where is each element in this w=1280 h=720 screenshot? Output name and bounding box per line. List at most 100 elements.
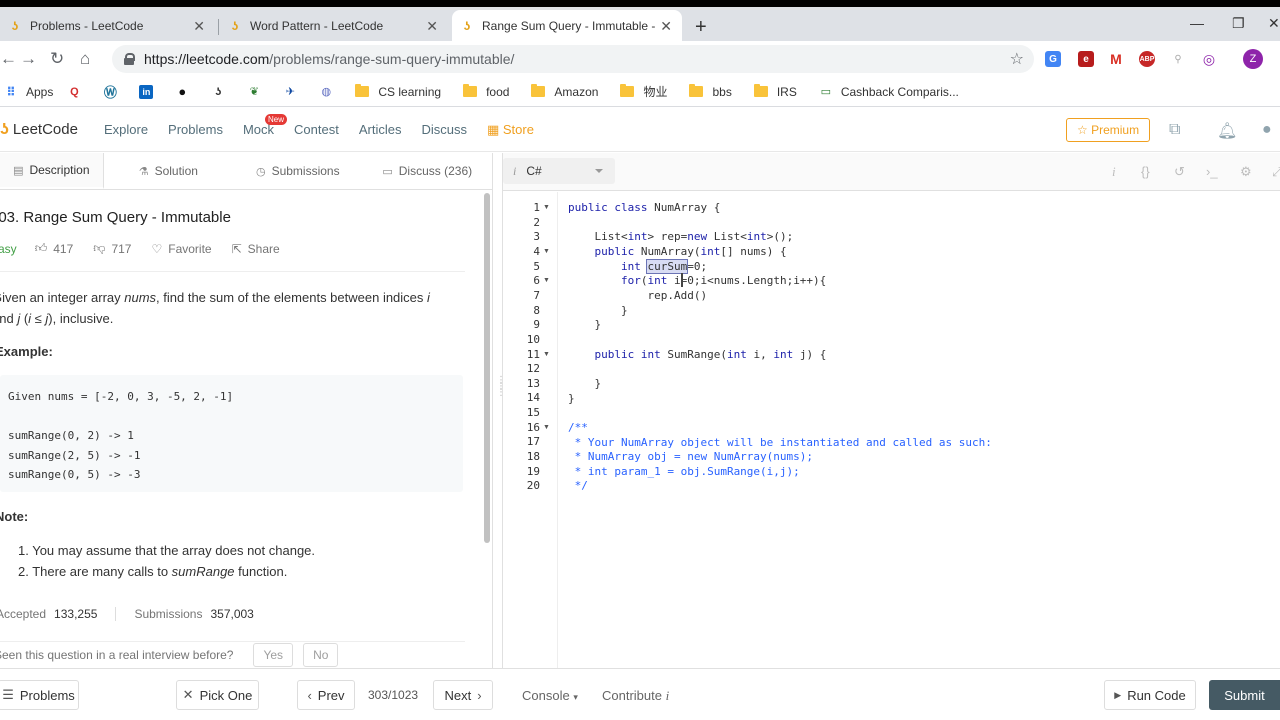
share-button[interactable]: ⇱ Share (232, 242, 280, 256)
tab-description[interactable]: ▤ Description (0, 153, 104, 189)
fold-arrow-icon[interactable]: ▼ (543, 248, 550, 255)
home-icon[interactable]: ⌂ (80, 50, 90, 68)
example-code-block: Given nums = [-2, 0, 3, -5, 2, -1] sumRa… (0, 375, 463, 492)
fullscreen-icon[interactable]: ⤢ (1272, 164, 1280, 180)
settings-gear-icon[interactable]: ⚙ (1240, 164, 1252, 180)
line-number: 17 (526, 435, 540, 449)
playground-icon[interactable]: ⧉ (1169, 121, 1180, 139)
reload-icon[interactable]: ↻ (50, 50, 64, 68)
fold-arrow-icon[interactable]: ▼ (543, 351, 550, 358)
bookmark-folder-irs[interactable]: IRS (753, 84, 797, 99)
thumbs-down-icon: 👎︎ (93, 241, 106, 255)
back-arrow-icon[interactable]: ← (0, 50, 17, 68)
prev-button[interactable]: ‹ Prev (297, 680, 355, 710)
folder-icon (531, 84, 546, 97)
bookmark-star-icon[interactable]: ☆ (1010, 49, 1024, 69)
fold-arrow-icon[interactable]: ▼ (543, 277, 550, 284)
tab-submissions[interactable]: ◷ Submissions (233, 153, 362, 189)
forward-arrow-icon[interactable]: → (20, 50, 37, 68)
contribute-button[interactable]: Contribute i (602, 688, 669, 704)
bookmark-wordpress[interactable]: Ⓦ (103, 85, 125, 100)
bookmark-folder-cs-learning[interactable]: CS learning (355, 84, 441, 99)
nav-problems[interactable]: Problems (168, 122, 223, 137)
browser-tab-problems[interactable]: ʖ Problems - LeetCode ✕ (0, 10, 215, 41)
nav-explore[interactable]: Explore (104, 122, 148, 137)
no-button[interactable]: No (303, 643, 339, 667)
nav-discuss[interactable]: Discuss (421, 122, 467, 137)
apps-grid-icon: ⠿ (6, 84, 16, 99)
like-button[interactable]: 👍︎ 417 (35, 241, 74, 256)
leetcode-logo-icon: ʖ (0, 120, 9, 138)
bookmark-game[interactable]: ◍ (319, 85, 341, 99)
nav-mock[interactable]: Mock New (243, 114, 287, 137)
close-tab-icon[interactable]: ✕ (660, 18, 672, 35)
bookmark-cashback[interactable]: ▭ Cashback Comparis... (819, 85, 959, 99)
dislike-button[interactable]: 👎︎ 717 (93, 241, 131, 256)
extension-gray-icon[interactable]: ⚲ (1170, 51, 1186, 67)
bookmark-folder-food[interactable]: food (463, 84, 509, 99)
bookmark-leetcode[interactable]: ʖ (211, 85, 233, 99)
next-button[interactable]: Next › (433, 680, 493, 710)
share-icon: ⇱ (231, 241, 242, 256)
browser-tab-range-sum-query[interactable]: ʖ Range Sum Query - Immutable - ✕ (452, 10, 682, 41)
minimize-window-icon[interactable]: — (1190, 15, 1204, 31)
pick-one-button[interactable]: ✕ Pick One (176, 680, 259, 710)
premium-button[interactable]: ☆ Premium (1066, 118, 1151, 142)
problems-list-button[interactable]: ☰ Problems (0, 680, 79, 710)
language-select[interactable]: i C# (503, 158, 615, 184)
nav-contest[interactable]: Contest (294, 122, 339, 137)
panel-splitter[interactable] (492, 153, 503, 668)
bookmark-linkedin[interactable]: in (139, 84, 161, 99)
line-number: 13 (526, 376, 540, 390)
bookmark-folder-amazon[interactable]: Amazon (531, 84, 598, 99)
bookmark-folder-bbs[interactable]: bbs (689, 84, 732, 99)
interview-question: Seen this question in a real interview b… (0, 648, 234, 662)
close-tab-icon[interactable]: ✕ (426, 18, 438, 35)
bookmark-github[interactable]: ● (175, 84, 197, 99)
bookmark-apps[interactable]: ⠿ Apps (4, 85, 53, 99)
terminal-icon[interactable]: ›_ (1206, 164, 1218, 179)
user-avatar-icon[interactable]: ● (1262, 121, 1272, 139)
browser-tab-word-pattern[interactable]: ʖ Word Pattern - LeetCode ✕ (220, 10, 448, 41)
leetcode-logo[interactable]: ʖ LeetCode (0, 121, 78, 139)
bookmark-q[interactable]: Q (67, 85, 89, 99)
line-number: 11 (526, 347, 540, 361)
description-scrollbar[interactable] (484, 193, 490, 543)
close-window-icon[interactable]: ✕ (1268, 15, 1280, 32)
fold-arrow-icon[interactable]: ▼ (543, 424, 550, 431)
tab-solution[interactable]: ⚗ Solution (104, 153, 233, 189)
url-text[interactable]: https://leetcode.com/problems/range-sum-… (144, 51, 514, 67)
profile-avatar[interactable]: Z (1243, 49, 1263, 69)
nav-articles[interactable]: Articles (359, 122, 402, 137)
submit-button[interactable]: Submit (1209, 680, 1280, 710)
info-icon[interactable]: i (1112, 164, 1116, 180)
code-editor[interactable]: public class NumArray { List<int> rep=ne… (568, 201, 992, 494)
extension-icon[interactable]: e (1078, 51, 1094, 67)
adblock-icon[interactable]: ABP (1139, 51, 1155, 67)
fold-arrow-icon[interactable]: ▼ (543, 204, 550, 211)
bookmark-leaf[interactable]: ❦ (247, 85, 269, 99)
nav-store[interactable]: ▦ Store (487, 122, 534, 138)
gmail-icon[interactable]: M (1108, 51, 1124, 67)
note-item: 2. There are many calls to sumRange func… (18, 564, 288, 579)
tab-discuss[interactable]: ▭ Discuss (236) (363, 153, 492, 189)
translate-extension-icon[interactable]: G (1045, 51, 1061, 67)
problem-description: Given an integer array nums, find the su… (0, 290, 430, 326)
console-button[interactable]: Console ▾ (522, 688, 578, 703)
yes-button[interactable]: Yes (253, 643, 294, 667)
restore-window-icon[interactable]: ❐ (1232, 15, 1245, 32)
braces-icon[interactable]: {} (1141, 164, 1150, 179)
bookmark-bird[interactable]: ✈ (283, 85, 305, 99)
drag-handle-icon[interactable]: ⋮⋮⋮ (496, 376, 506, 398)
reset-icon[interactable]: ↺ (1174, 164, 1185, 180)
extension-purple-icon[interactable]: ◎ (1201, 51, 1217, 67)
leetcode-navbar: ʖ LeetCode Explore Problems Mock New Cont… (0, 108, 1280, 152)
new-tab-button[interactable]: + (695, 17, 707, 37)
run-code-button[interactable]: ▶ Run Code (1104, 680, 1196, 710)
omnibox[interactable]: https://leetcode.com/problems/range-sum-… (112, 45, 1034, 73)
favorite-button[interactable]: ♡ Favorite (151, 242, 211, 256)
bookmark-folder-wuye[interactable]: 物业 (620, 83, 667, 100)
line-number: 1 (533, 201, 540, 214)
close-tab-icon[interactable]: ✕ (193, 18, 205, 35)
notification-bell-icon[interactable]: 🔔︎ (1217, 121, 1237, 141)
